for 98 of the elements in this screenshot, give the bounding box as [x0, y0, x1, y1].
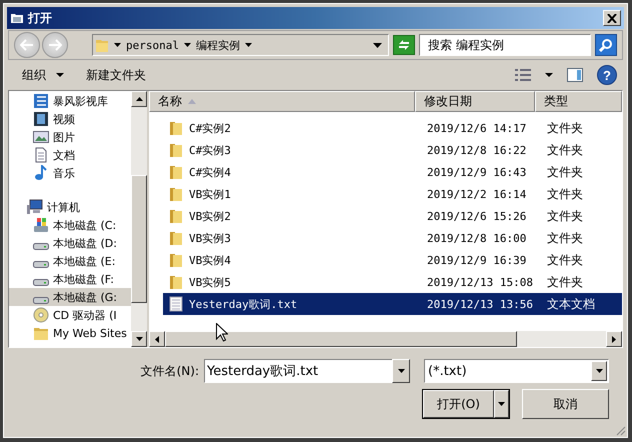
scroll-right-icon [612, 336, 616, 342]
pane-icon [567, 68, 583, 82]
search-button[interactable] [595, 34, 617, 56]
film-icon [33, 111, 49, 127]
horizontal-scrollbar[interactable] [149, 331, 622, 347]
file-row[interactable]: C#实例2 2019/12/6 14:17 文件夹 [163, 117, 622, 139]
nav-item[interactable]: 本地磁盘 (D: [9, 234, 131, 252]
nav-item[interactable]: 本地磁盘 (C: [9, 216, 131, 234]
nav-item[interactable]: 本地磁盘 (F: [9, 270, 131, 288]
open-button[interactable]: 打开(O) [423, 390, 494, 418]
breadcrumb[interactable]: personal [126, 38, 179, 52]
nav-item[interactable]: My Web Sites [9, 324, 131, 342]
caret-icon [114, 43, 121, 47]
file-name-field[interactable]: Yesterday歌词.txt [204, 359, 392, 383]
column-header[interactable]: 修改日期 [415, 91, 535, 112]
preview-pane-button[interactable] [567, 68, 583, 82]
caret-icon [244, 43, 252, 47]
back-arrow-icon [20, 39, 34, 51]
folder-icon [169, 208, 183, 224]
view-menu-button[interactable] [545, 73, 553, 77]
file-row[interactable]: VB实例1 2019/12/2 16:14 文件夹 [163, 183, 622, 205]
nav-item[interactable]: 计算机 [9, 198, 131, 216]
vertical-scrollbar[interactable] [131, 91, 147, 347]
mouse-pointer-icon [216, 323, 228, 342]
scroll-thumb[interactable] [165, 331, 517, 347]
caret-icon [184, 43, 191, 47]
close-icon [607, 14, 617, 22]
caret-icon [545, 73, 553, 77]
refresh-button[interactable] [393, 35, 415, 55]
dropdown-caret-icon [596, 369, 602, 373]
folder-icon [169, 142, 183, 158]
folder-icon [169, 164, 183, 180]
drive-icon [33, 242, 49, 250]
scroll-thumb[interactable] [131, 175, 147, 303]
nav-item[interactable]: 本地磁盘 (E: [9, 252, 131, 270]
scroll-down-icon [136, 337, 142, 341]
column-header[interactable]: 名称 [149, 91, 415, 112]
column-header[interactable]: 类型 [535, 91, 622, 112]
nav-item[interactable]: 图片 [9, 128, 131, 146]
view-button[interactable] [515, 69, 531, 81]
folder-icon [169, 252, 183, 268]
folder-icon [169, 230, 183, 246]
caret-icon [56, 73, 64, 77]
computer-icon [27, 199, 43, 215]
dropdown-button[interactable] [392, 359, 410, 383]
dropdown-caret-icon [373, 42, 382, 48]
refresh-arrows-icon [397, 39, 411, 51]
window-title: 打开 [28, 10, 53, 26]
scroll-up-icon [136, 97, 142, 101]
drive-icon [33, 278, 49, 286]
folder-icon [169, 120, 183, 136]
nav-item[interactable]: 暴风影视库 [9, 92, 131, 110]
forward-arrow-icon [48, 39, 62, 51]
nav-item[interactable]: CD 驱动器 (I [9, 306, 131, 324]
organize-button[interactable]: 组织 [18, 64, 68, 86]
nav-item[interactable]: 视频 [9, 110, 131, 128]
folder-icon [169, 186, 183, 202]
back-button[interactable] [14, 32, 40, 58]
file-row[interactable]: VB实例3 2019/12/8 16:00 文件夹 [163, 227, 622, 249]
new-folder-button[interactable]: 新建文件夹 [82, 64, 150, 86]
forward-button[interactable] [42, 32, 68, 58]
help-button[interactable]: ? [597, 65, 617, 85]
dropdown-caret-icon [398, 369, 404, 373]
caret-icon [498, 402, 505, 406]
address-bar[interactable]: personal 编程实例 [92, 34, 389, 56]
cancel-button[interactable]: 取消 [522, 389, 609, 419]
file-row[interactable]: Yesterday歌词.txt 2019/12/13 13:56 文本文档 [163, 293, 622, 315]
folder-icon [10, 12, 24, 24]
breadcrumb[interactable]: 编程实例 [196, 38, 240, 52]
file-row[interactable]: C#实例4 2019/12/9 16:43 文件夹 [163, 161, 622, 183]
picture-icon [33, 129, 49, 145]
file-row[interactable]: C#实例3 2019/12/8 16:22 文件夹 [163, 139, 622, 161]
search-field[interactable]: 搜索 编程实例 [419, 34, 591, 56]
nav-item[interactable]: 音乐 [9, 164, 131, 182]
music-note-icon [33, 165, 49, 181]
disc-icon [33, 307, 49, 323]
document-icon [33, 147, 49, 163]
scroll-left-icon [155, 336, 159, 342]
folder-icon [169, 274, 183, 290]
file-type-dropdown[interactable]: (*.txt) [424, 359, 609, 383]
nav-item[interactable]: 本地磁盘 (G: [9, 288, 131, 306]
text-file-icon [169, 296, 183, 312]
drive-icon [33, 260, 49, 268]
library-icon [33, 93, 49, 109]
nav-item[interactable]: 文档 [9, 146, 131, 164]
file-name-label: 文件名(N): [140, 362, 199, 380]
drive-icon [33, 296, 49, 304]
folder-icon [33, 325, 49, 341]
open-menu-button[interactable] [494, 390, 509, 418]
file-row[interactable]: VB实例4 2019/12/9 16:39 文件夹 [163, 249, 622, 271]
folder-icon [95, 37, 109, 53]
resize-grip-icon[interactable] [614, 424, 626, 436]
drive-icon [33, 217, 49, 233]
file-row[interactable]: VB实例2 2019/12/6 15:26 文件夹 [163, 205, 622, 227]
search-icon [599, 38, 613, 52]
close-button[interactable] [603, 10, 621, 26]
file-row[interactable]: VB实例5 2019/12/13 15:08 文件夹 [163, 271, 622, 293]
list-view-icon [515, 69, 531, 81]
